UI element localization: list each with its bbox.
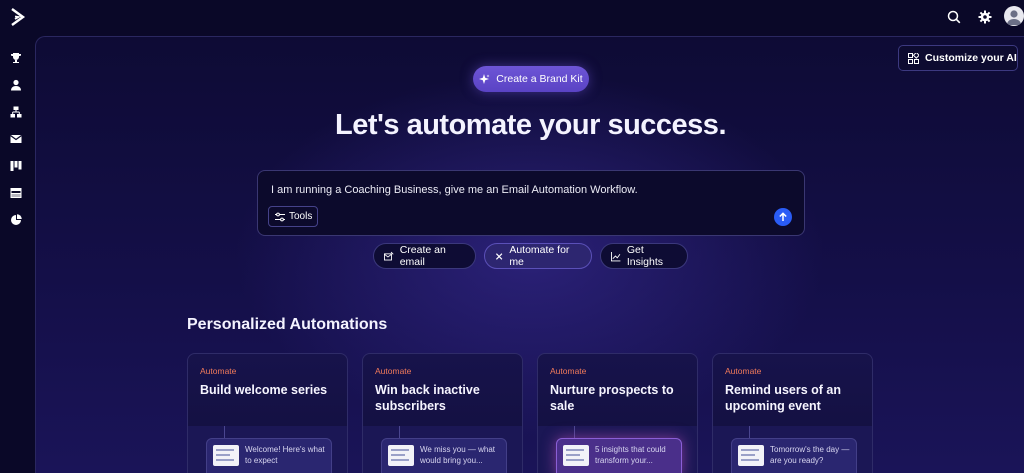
chip-create-email-label: Create an email <box>399 244 446 268</box>
envelope-icon[interactable] <box>9 132 23 146</box>
section-title: Personalized Automations <box>187 316 388 333</box>
chip-get-insights-label: Get Insights <box>626 244 664 268</box>
email-preview-node: 5 insights that could transform your... <box>556 438 682 473</box>
widgets-icon <box>908 52 919 64</box>
automation-card[interactable]: Automate Remind users of an upcoming eve… <box>712 353 873 473</box>
card-connector <box>749 426 750 438</box>
chip-automate-for-me[interactable]: Automate for me <box>484 243 592 269</box>
chip-create-email[interactable]: Create an email <box>373 243 476 269</box>
email-preview-node: We miss you — what would bring you... <box>381 438 507 473</box>
card-connector <box>224 426 225 438</box>
email-preview-node: Tomorrow's the day — are you ready? <box>731 438 857 473</box>
email-edit-icon <box>384 251 394 260</box>
card-tag: Automate <box>375 366 412 376</box>
card-connector <box>574 426 575 438</box>
prompt-box[interactable]: I am running a Coaching Business, give m… <box>257 170 805 236</box>
chip-automate-for-me-label: Automate for me <box>509 244 570 268</box>
card-tag: Automate <box>550 366 587 376</box>
close-icon <box>495 252 503 260</box>
chip-get-insights[interactable]: Get Insights <box>600 243 688 269</box>
automation-card[interactable]: Automate Build welcome series Welcome! H… <box>187 353 348 473</box>
trophy-icon[interactable] <box>9 51 23 65</box>
card-tag: Automate <box>200 366 237 376</box>
email-preview-text: Welcome! Here's what to expect <box>245 445 325 465</box>
arrow-up-icon <box>779 212 787 221</box>
automation-card[interactable]: Automate Nurture prospects to sale 5 ins… <box>537 353 698 473</box>
customize-ai-button[interactable]: Customize your AI <box>898 45 1018 71</box>
email-thumbnail <box>213 445 239 466</box>
main-panel: Customize your AI Create a Brand Kit Let… <box>35 36 1024 473</box>
card-title: Build welcome series <box>200 383 328 397</box>
pie-chart-icon[interactable] <box>9 213 23 227</box>
email-thumbnail <box>563 445 589 466</box>
card-title: Remind users of an upcoming event <box>725 383 841 413</box>
create-brand-kit-button[interactable]: Create a Brand Kit <box>473 66 589 92</box>
activecampaign-logo[interactable] <box>8 7 28 27</box>
prompt-input[interactable]: I am running a Coaching Business, give m… <box>271 184 638 196</box>
tools-button[interactable]: Tools <box>268 206 318 227</box>
email-thumbnail <box>738 445 764 466</box>
email-preview-text: Tomorrow's the day — are you ready? <box>770 445 850 465</box>
card-tag: Automate <box>725 366 762 376</box>
avatar[interactable] <box>1004 6 1024 26</box>
sparkle-icon <box>479 73 490 84</box>
email-preview-text: We miss you — what would bring you... <box>420 445 495 465</box>
page-headline: Let's automate your success. <box>335 109 727 141</box>
card-connector <box>399 426 400 438</box>
person-icon[interactable] <box>9 78 23 92</box>
create-brand-kit-label: Create a Brand Kit <box>496 73 583 85</box>
org-chart-icon[interactable] <box>9 105 23 119</box>
automation-card[interactable]: Automate Win back inactive subscribers W… <box>362 353 523 473</box>
customize-ai-label: Customize your AI <box>925 52 1017 64</box>
search-icon[interactable] <box>945 8 963 26</box>
left-rail <box>0 0 34 473</box>
card-title: Win back inactive subscribers <box>375 383 480 413</box>
sliders-icon <box>275 212 285 221</box>
email-preview-text: 5 insights that could transform your... <box>595 445 666 465</box>
browser-window-icon[interactable] <box>9 186 23 200</box>
kanban-icon[interactable] <box>9 159 23 173</box>
gear-icon[interactable] <box>976 8 994 26</box>
send-button[interactable] <box>774 208 792 226</box>
email-thumbnail <box>388 445 414 466</box>
tools-label: Tools <box>289 211 313 222</box>
card-title: Nurture prospects to sale <box>550 383 674 413</box>
trend-chart-icon <box>611 251 621 261</box>
email-preview-node: Welcome! Here's what to expect <box>206 438 332 473</box>
